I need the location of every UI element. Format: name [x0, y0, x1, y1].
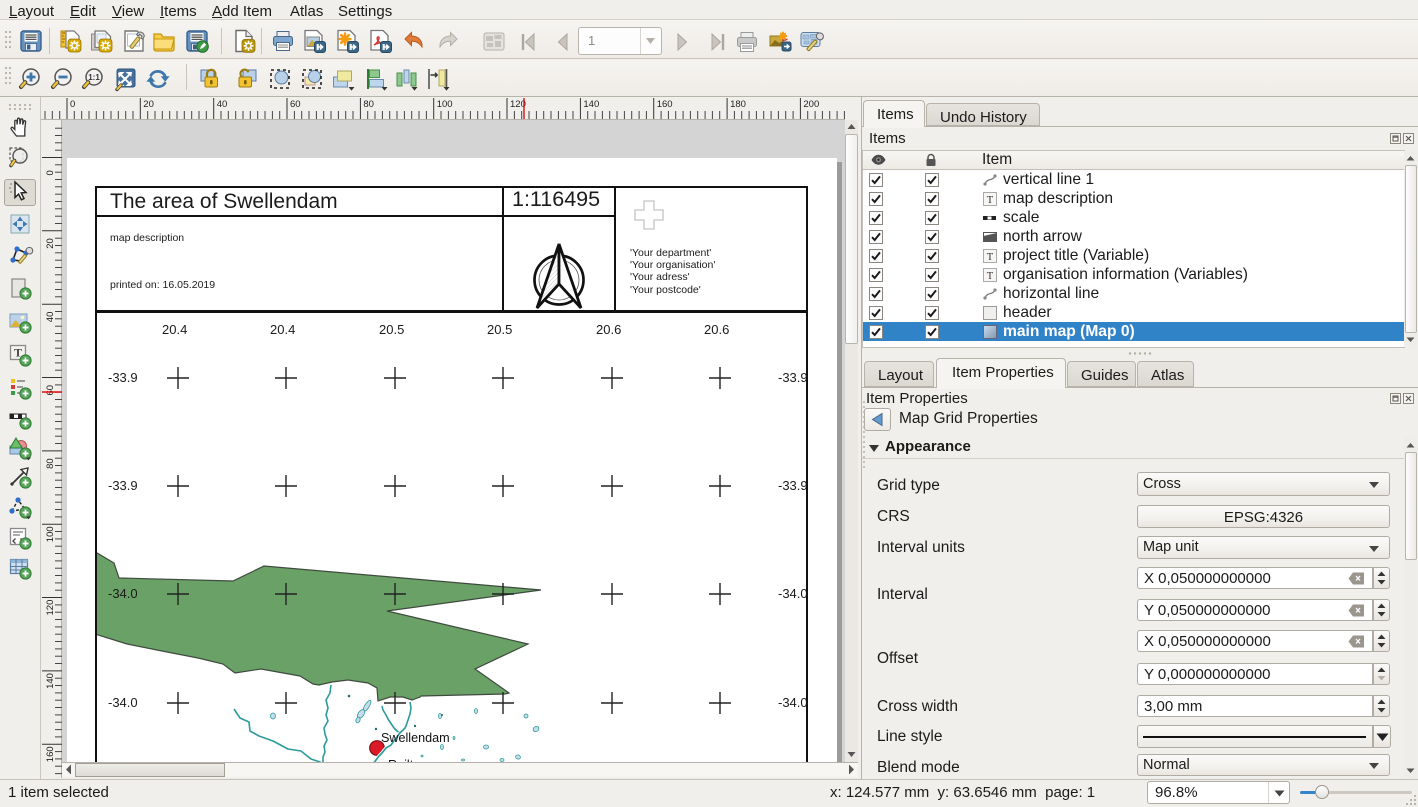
svg-text:140: 140: [583, 99, 599, 110]
svg-text:100: 100: [437, 99, 453, 110]
svg-text:0: 0: [70, 99, 75, 110]
svg-text:T: T: [987, 195, 994, 206]
svg-text:100: 100: [45, 526, 56, 542]
svg-text:140: 140: [45, 673, 56, 689]
svg-text:200: 200: [803, 99, 819, 110]
svg-text:40: 40: [45, 312, 56, 323]
svg-text:180: 180: [730, 99, 746, 110]
svg-text:160: 160: [657, 99, 673, 110]
svg-text:T: T: [987, 252, 994, 263]
svg-text:60: 60: [290, 99, 301, 110]
svg-text:80: 80: [45, 458, 56, 469]
svg-text:Swellendam: Swellendam: [381, 731, 450, 745]
svg-text:80: 80: [363, 99, 374, 110]
svg-text:20: 20: [45, 238, 56, 249]
svg-text:120: 120: [45, 600, 56, 616]
svg-text:40: 40: [217, 99, 228, 110]
svg-text:60: 60: [45, 385, 56, 396]
svg-text:20: 20: [143, 99, 154, 110]
svg-text:T: T: [987, 271, 994, 282]
svg-text:160: 160: [45, 746, 56, 762]
svg-text:1:1: 1:1: [88, 73, 100, 82]
svg-text:0: 0: [45, 170, 56, 175]
